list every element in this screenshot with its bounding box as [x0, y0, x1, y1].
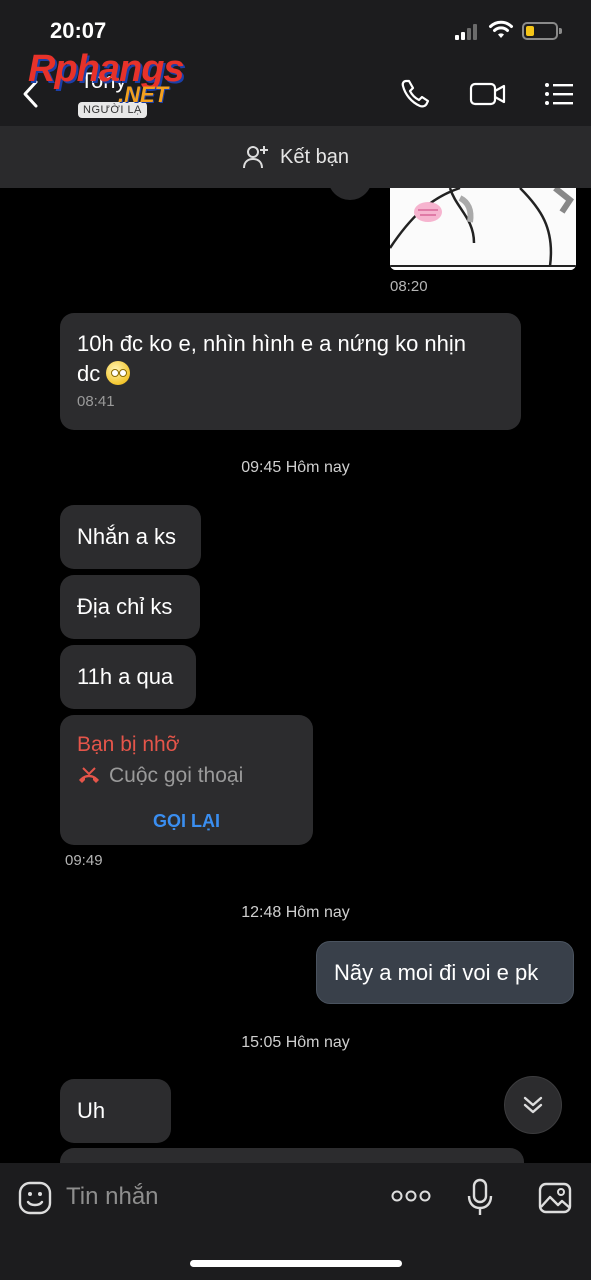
stranger-badge: NGƯỜI LẠ — [78, 102, 147, 118]
message-bubble-incoming[interactable] — [60, 1148, 524, 1163]
missed-call-time: 09:49 — [65, 852, 103, 869]
wifi-icon — [489, 20, 513, 38]
missed-call-subtitle-row: Cuộc gọi thoại — [77, 764, 243, 788]
status-time: 20:07 — [50, 18, 107, 43]
message-text: 10h đc ko e, nhìn hình e a nứng ko nhịn — [77, 331, 467, 356]
add-friend-label: Kết bạn — [280, 145, 349, 168]
battery-icon — [522, 22, 562, 40]
scroll-to-bottom-button[interactable] — [504, 1076, 562, 1134]
missed-call-card[interactable]: Bạn bị nhỡ Cuộc gọi thoại GỌI LẠI — [60, 715, 313, 845]
sticker-emoji-icon[interactable] — [17, 1180, 53, 1216]
double-chevron-down-icon — [523, 1096, 543, 1114]
image-gallery-icon[interactable] — [537, 1180, 573, 1216]
date-separator: 09:45 Hôm nay — [241, 459, 350, 476]
microphone-icon[interactable] — [467, 1177, 493, 1217]
message-bubble-incoming[interactable]: Uh — [60, 1079, 171, 1143]
cat-sticker[interactable] — [390, 188, 576, 270]
message-text: dc — [77, 361, 101, 386]
message-composer — [0, 1163, 591, 1280]
smiley-emoji-icon — [106, 361, 131, 385]
message-list[interactable]: 08:20 10h đc ko e, nhìn hình e a nứng ko… — [0, 188, 591, 1163]
message-text: Địa chỉ ks — [77, 594, 173, 619]
message-bubble-incoming[interactable]: 11h a qua — [60, 645, 196, 709]
add-friend-button[interactable]: Kết bạn — [0, 126, 591, 188]
missed-call-title: Bạn bị nhỡ — [77, 733, 180, 756]
missed-call-subtitle: Cuộc gọi thoại — [109, 764, 244, 787]
message-time: 08:41 — [77, 393, 115, 410]
menu-icon[interactable] — [542, 76, 578, 112]
missed-call-icon — [79, 767, 99, 783]
add-friend-icon — [243, 146, 269, 169]
home-indicator[interactable] — [190, 1260, 402, 1267]
message-bubble-outgoing[interactable]: Nãy a moi đi voi e pk — [316, 941, 574, 1004]
chat-header: Tony NGƯỜI LẠ Rphangs .NET — [0, 48, 591, 126]
date-separator: 12:48 Hôm nay — [241, 904, 350, 921]
message-bubble-incoming[interactable]: Địa chỉ ks — [60, 575, 200, 639]
message-text: Nhắn a ks — [77, 524, 177, 549]
voice-call-icon[interactable] — [398, 76, 434, 112]
message-input[interactable] — [66, 1179, 366, 1215]
date-separator: 15:05 Hôm nay — [241, 1034, 350, 1051]
signal-icon — [455, 24, 481, 40]
message-bubble-incoming[interactable]: 10h đc ko e, nhìn hình e a nứng ko nhịn … — [60, 313, 521, 430]
call-back-button[interactable]: GỌI LẠI — [60, 811, 313, 832]
sticker-time: 08:20 — [390, 278, 428, 295]
message-text: Uh — [77, 1098, 106, 1123]
back-button[interactable] — [14, 74, 50, 114]
sticker-reaction-handle[interactable] — [328, 188, 372, 200]
message-bubble-incoming[interactable]: Nhắn a ks — [60, 505, 201, 569]
status-bar: 20:07 — [0, 0, 591, 60]
video-call-icon[interactable] — [468, 76, 508, 112]
contact-name[interactable]: Tony — [80, 68, 126, 94]
message-text: 11h a qua — [77, 664, 174, 689]
message-text: Nãy a moi đi voi e pk — [334, 959, 539, 985]
more-options-icon[interactable] — [391, 1188, 431, 1204]
